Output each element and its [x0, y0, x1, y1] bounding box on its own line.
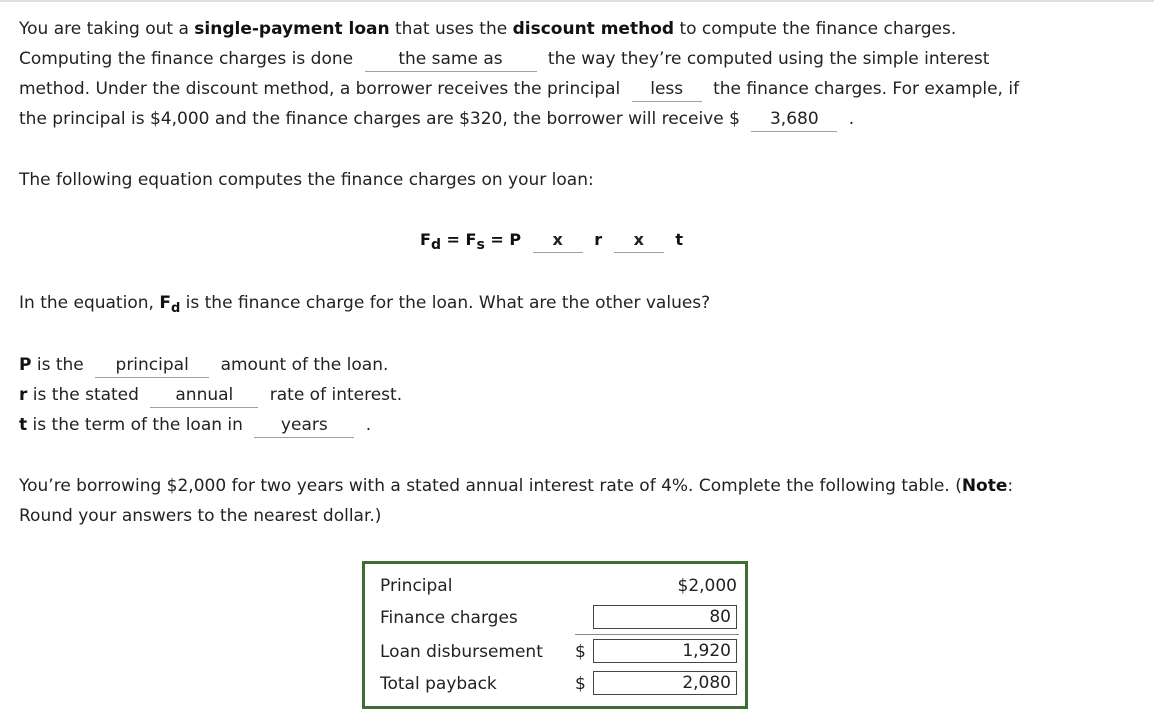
intro-line-1: You are taking out a single-payment loan… — [19, 14, 956, 44]
text: : — [1007, 476, 1014, 496]
principal-value: $2,000 — [677, 576, 737, 596]
eq-p: P — [509, 230, 522, 249]
text: method. Under the discount method, a bor… — [19, 79, 621, 99]
term-single-payment-loan: single-payment loan — [194, 19, 390, 39]
problem-line-2: Round your answers to the nearest dollar… — [19, 506, 382, 526]
text: the principal is $4,000 and the finance … — [19, 109, 740, 129]
text: is the stated — [27, 385, 139, 405]
text: is the — [31, 355, 84, 375]
intro-line-2: Computing the finance charges is done th… — [19, 44, 989, 74]
text: the finance charges. For example, if — [713, 79, 1020, 99]
fd-symbol: F — [159, 293, 171, 313]
loan-disbursement-input[interactable]: 1,920 — [593, 639, 737, 663]
row-label: Loan disbursement — [380, 642, 543, 662]
eq-fs: F — [465, 230, 477, 249]
var-p: P — [19, 355, 32, 375]
eq-fd-sub: d — [430, 237, 441, 253]
eq-fd: F — [420, 230, 431, 249]
fd-subscript: d — [170, 301, 181, 316]
finance-charges-input[interactable]: 80 — [593, 605, 737, 629]
definition-p: P is the principal amount of the loan. — [19, 350, 388, 380]
eq-r: r — [594, 230, 603, 249]
dropdown-comparison[interactable]: the same as — [364, 47, 537, 72]
row-label: Total payback — [380, 674, 497, 694]
table-row-finance-charges: Finance charges 80 — [380, 604, 739, 632]
term-discount-method: discount method — [512, 19, 675, 39]
eq-equals: = — [446, 230, 460, 249]
text: that uses the — [389, 19, 513, 39]
eq-equals: = — [490, 230, 504, 249]
definition-r: r is the stated annual rate of interest. — [19, 380, 402, 410]
dollar-sign: $ — [575, 642, 586, 662]
dropdown-less-plus[interactable]: less — [631, 77, 702, 102]
text: You are taking out a — [19, 19, 195, 39]
text: amount of the loan. — [220, 355, 389, 375]
table-row-principal: Principal $2,000 — [380, 572, 739, 600]
text: You’re borrowing $2,000 for two years wi… — [19, 476, 962, 496]
loan-table: Principal $2,000 Finance charges 80 Loan… — [362, 561, 748, 709]
text: is the finance charge for the loan. What… — [180, 293, 711, 313]
dropdown-r-definition[interactable]: annual — [150, 383, 259, 408]
text: In the equation, — [19, 293, 160, 313]
equation: Fd = Fs = P x r x t — [420, 228, 683, 253]
intro-line-4: the principal is $4,000 and the finance … — [19, 104, 854, 134]
dollar-sign: $ — [575, 674, 586, 694]
note-label: Note — [961, 476, 1008, 496]
text: to compute the finance charges. — [674, 19, 957, 39]
text: . — [848, 109, 855, 129]
input-borrower-receives[interactable]: 3,680 — [751, 107, 838, 132]
text: the way they’re computed using the simpl… — [547, 49, 990, 69]
total-divider — [575, 634, 739, 635]
equation-intro: The following equation computes the fina… — [19, 170, 594, 190]
text: . — [365, 415, 372, 435]
dropdown-operator-1[interactable]: x — [532, 228, 583, 253]
dropdown-operator-2[interactable]: x — [613, 228, 664, 253]
table-row-total-payback: Total payback $ 2,080 — [380, 670, 739, 698]
table-row-loan-disbursement: Loan disbursement $ 1,920 — [380, 638, 739, 666]
text: rate of interest. — [269, 385, 403, 405]
var-t: t — [19, 415, 28, 435]
problem-line-1: You’re borrowing $2,000 for two years wi… — [19, 471, 1013, 501]
text: is the term of the loan in — [27, 415, 243, 435]
eq-fs-sub: s — [476, 237, 485, 253]
definition-t: t is the term of the loan in years . — [19, 410, 371, 440]
row-label: Finance charges — [380, 608, 518, 628]
equation-question: In the equation, Fd is the finance charg… — [19, 288, 710, 324]
dropdown-t-definition[interactable]: years — [254, 413, 355, 438]
total-payback-input[interactable]: 2,080 — [593, 671, 737, 695]
dropdown-p-definition[interactable]: principal — [95, 353, 210, 378]
intro-line-3: method. Under the discount method, a bor… — [19, 74, 1019, 104]
text: Computing the finance charges is done — [19, 49, 354, 69]
row-label: Principal — [380, 576, 453, 596]
eq-t: t — [675, 230, 683, 249]
